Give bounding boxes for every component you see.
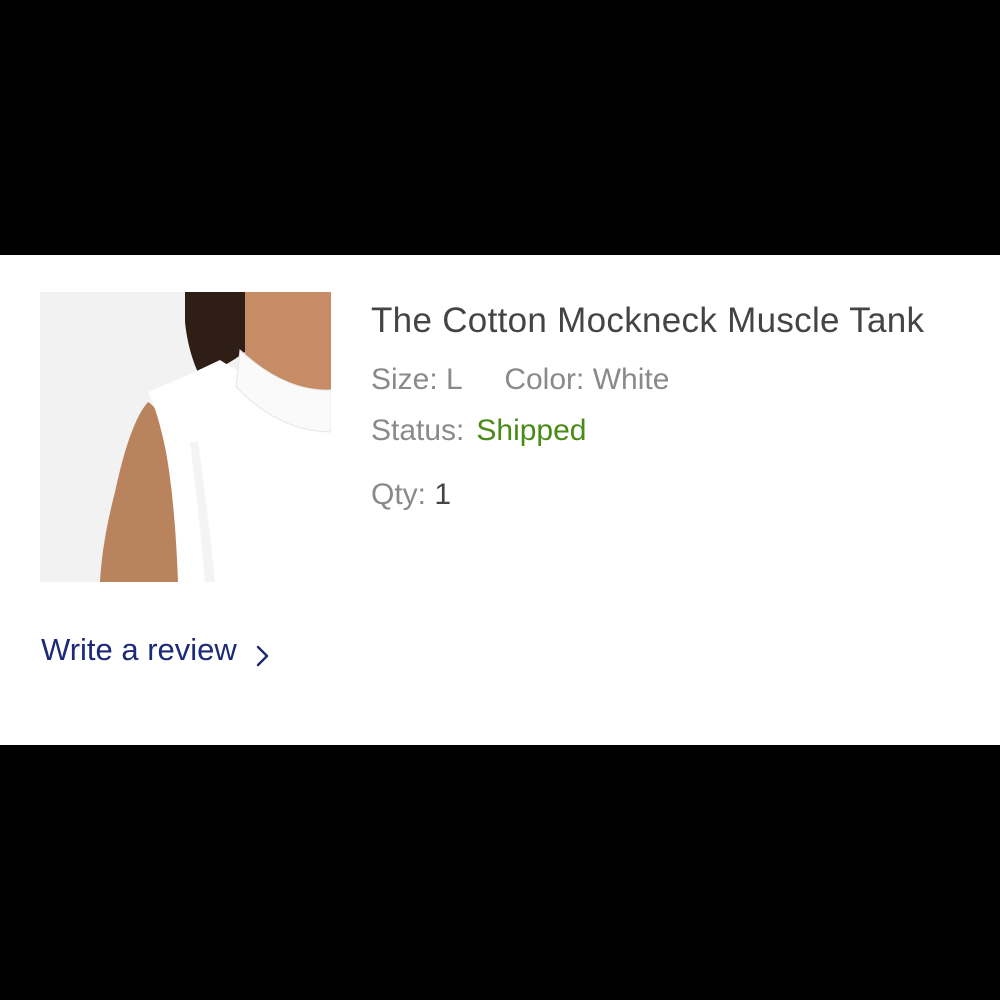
- product-image[interactable]: [40, 292, 331, 582]
- qty-value: 1: [434, 478, 452, 511]
- color-value: White: [592, 363, 670, 396]
- product-photo-illustration: [40, 292, 331, 582]
- item-details: The Cotton Mockneck Muscle Tank Size: L …: [371, 292, 931, 515]
- size-value: L: [446, 363, 462, 396]
- product-title[interactable]: The Cotton Mockneck Muscle Tank: [371, 292, 931, 350]
- size-label: Size:: [371, 363, 438, 396]
- write-review-link[interactable]: Write a review: [41, 630, 273, 670]
- chevron-right-icon: [253, 638, 273, 667]
- status-label: Status:: [371, 414, 465, 447]
- status-badge: Shipped: [476, 414, 587, 447]
- write-review-label: Write a review: [41, 632, 237, 667]
- order-item-card: The Cotton Mockneck Muscle Tank Size: L …: [0, 255, 1000, 745]
- color-label: Color:: [504, 363, 585, 396]
- status-row: Status: Shipped: [371, 411, 931, 451]
- variant-row: Size: L Color: White: [371, 360, 931, 400]
- qty-label: Qty:: [371, 478, 427, 511]
- quantity-row: Qty: 1: [371, 475, 931, 515]
